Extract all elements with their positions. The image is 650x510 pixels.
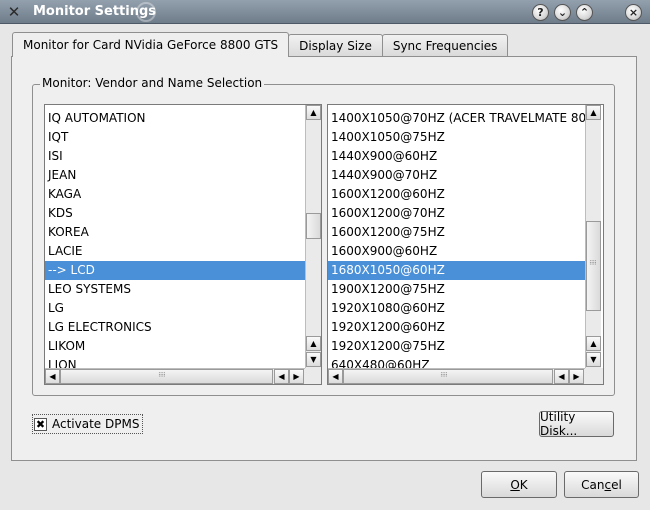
ok-label-post: K [519,477,528,492]
swirl-decoration-icon [136,2,156,22]
dpms-checkbox-row[interactable]: ✖ Activate DPMS [32,414,144,434]
model-scroll-up-button-2[interactable]: ▲ [586,336,601,351]
vendor-scroll-corner [305,368,321,384]
arrow-right-icon: ▶ [573,372,580,381]
cancel-label-pre: Can [581,477,605,492]
vendor-scroll-left-button-2[interactable]: ◀ [274,369,289,384]
model-hscroll-thumb[interactable]: ⠿⠿ [343,369,553,384]
model-list-item[interactable]: 1920X1200@75HZ [328,337,585,356]
vendor-scroll-right-button[interactable]: ▶ [289,369,304,384]
model-list-item[interactable]: 1400X1050@70HZ (ACER TRAVELMATE 800) [328,109,585,128]
vendor-list-item[interactable]: IQT [45,128,305,147]
vendor-list-item[interactable]: KOREA [45,223,305,242]
vendor-list-item[interactable]: LACIE [45,242,305,261]
help-button[interactable]: ? [532,4,549,21]
vendor-hscroll-thumb[interactable]: ⠿⠿ [60,369,273,384]
minimize-button[interactable]: ⌄ [554,4,571,21]
arrow-left-icon: ◀ [332,372,339,381]
model-list-item[interactable]: 1920X1080@60HZ [328,299,585,318]
model-scroll-left-button-2[interactable]: ◀ [554,369,569,384]
vendor-list-item[interactable]: --> LCD [45,261,305,280]
arrow-up-icon: ▲ [310,339,317,348]
tab-sync-frequencies[interactable]: Sync Frequencies [381,34,509,57]
ok-button[interactable]: OK [481,471,557,498]
vendor-list: IQ AUTOMATION IQT ISI JEAN KAGA KDS KOREA LACIE… [45,109,305,372]
vendor-list-item[interactable]: LG ELECTRONICS [45,318,305,337]
vendor-list-item[interactable]: KDS [45,204,305,223]
cancel-label-mnemonic: c [604,477,612,492]
vendor-list-item[interactable]: JEAN [45,166,305,185]
arrow-right-icon: ▶ [293,372,300,381]
vendor-listbox[interactable]: IQ AUTOMATION IQT ISI JEAN KAGA KDS KOREA LACIE… [44,104,322,385]
model-listbox[interactable]: 1400X1050@70HZ (ACER TRAVELMATE 800) 1400… [327,104,604,385]
model-scroll-down-button[interactable]: ▼ [586,352,601,367]
vendor-list-item[interactable]: LEO SYSTEMS [45,280,305,299]
model-scroll-left-button[interactable]: ◀ [328,369,343,384]
arrow-up-icon: ▲ [590,108,597,117]
vendor-hscroll[interactable]: ◀ ⠿⠿ ◀ ▶ [45,368,305,384]
model-list-item[interactable]: 1600X900@60HZ [328,242,585,261]
title-bar[interactable]: ✕ Monitor Settings ? ⌄ ⌃ × [0,0,650,24]
vendor-scroll-left-button[interactable]: ◀ [45,369,60,384]
grip-icon: ⠿⠿ [440,372,448,379]
model-list-item[interactable]: 1440X900@70HZ [328,166,585,185]
vendor-scroll-up-button-2[interactable]: ▲ [306,336,321,351]
ok-label-mnemonic: O [510,477,520,492]
model-vscroll-thumb[interactable]: ⠿⠿ [586,221,601,311]
model-scroll-corner [585,368,603,384]
tab-display-size[interactable]: Display Size [288,34,383,57]
model-list-item[interactable]: 1600X1200@60HZ [328,185,585,204]
model-vscroll[interactable]: ▲ ⠿⠿ ▲ ▼ [585,105,601,368]
arrow-up-icon: ▲ [590,339,597,348]
utility-disk-button[interactable]: Utility Disk... [539,410,614,438]
grip-icon: ⠿⠿ [589,260,597,267]
tab-monitor[interactable]: Monitor for Card NVidia GeForce 8800 GTS [12,32,290,57]
tab-bar: Monitor for Card NVidia GeForce 8800 GTS… [12,32,509,57]
arrow-left-icon: ◀ [558,372,565,381]
model-list-item[interactable]: 1600X1200@70HZ [328,204,585,223]
arrow-left-icon: ◀ [278,372,285,381]
cancel-label-post: el [611,477,622,492]
model-list-item[interactable]: 1920X1200@60HZ [328,318,585,337]
vendor-list-item[interactable]: IQ AUTOMATION [45,109,305,128]
vendor-list-item[interactable]: KAGA [45,185,305,204]
grip-icon: ⠿⠿ [158,372,166,379]
model-list-item[interactable]: 1680X1050@60HZ [328,261,585,280]
arrow-left-icon: ◀ [49,372,56,381]
arrow-down-icon: ▼ [590,355,597,364]
vendor-list-item[interactable]: LIKOM [45,337,305,356]
vendor-scroll-up-button[interactable]: ▲ [306,105,321,120]
wrench-icon[interactable]: ✕ [6,4,22,20]
model-list-item[interactable]: 1600X1200@75HZ [328,223,585,242]
vendor-list-item[interactable]: LG [45,299,305,318]
vendor-vscroll[interactable]: ▲ ▲ ▼ [305,105,321,368]
arrow-up-icon: ▲ [310,108,317,117]
model-list-item[interactable]: 1440X900@60HZ [328,147,585,166]
model-list-item[interactable]: 1900X1200@75HZ [328,280,585,299]
cancel-button[interactable]: Can c el [564,471,639,498]
model-scroll-right-button[interactable]: ▶ [569,369,584,384]
model-scroll-up-button[interactable]: ▲ [586,105,601,120]
vendor-list-item[interactable]: ISI [45,147,305,166]
close-button[interactable]: × [625,4,642,21]
dpms-label: Activate DPMS [52,417,140,431]
dpms-checkbox[interactable]: ✖ [34,417,47,431]
maximize-button[interactable]: ⌃ [576,4,593,21]
vendor-scroll-down-button[interactable]: ▼ [306,352,321,367]
groupbox-title: Monitor: Vendor and Name Selection [40,76,265,90]
model-list-item[interactable]: 1400X1050@75HZ [328,128,585,147]
arrow-down-icon: ▼ [310,355,317,364]
vendor-vscroll-thumb[interactable] [306,213,321,239]
model-hscroll[interactable]: ◀ ⠿⠿ ◀ ▶ [328,368,585,384]
model-list: 1400X1050@70HZ (ACER TRAVELMATE 800) 1400… [328,109,585,372]
